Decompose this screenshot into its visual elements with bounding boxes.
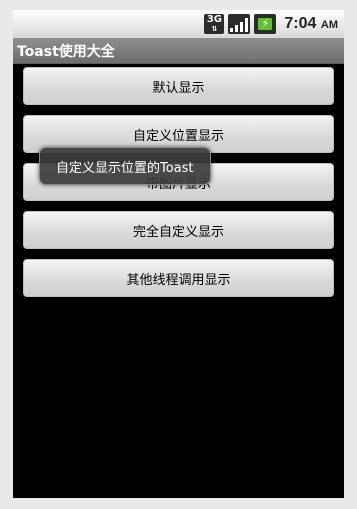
toast-message: 自定义显示位置的Toast	[39, 147, 211, 185]
network-3g-icon: 3G ⇅	[204, 14, 225, 34]
charging-bolt: ⚡	[261, 17, 270, 30]
signal-strength-icon	[228, 14, 251, 34]
status-icons: 3G ⇅ ⚡ 7:04 AM	[204, 14, 338, 34]
app-title: Toast使用大全	[17, 44, 115, 60]
clock-ampm: AM	[320, 19, 338, 31]
other-thread-toast-button[interactable]: 其他线程调用显示	[23, 259, 334, 297]
status-bar: 3G ⇅ ⚡ 7:04 AM	[13, 10, 344, 38]
phone-screen: 3G ⇅ ⚡ 7:04 AM Toast使用大全 默认显示 自定义位置显示 完全…	[13, 10, 344, 498]
data-activity-arrows: ⇅	[211, 25, 218, 33]
battery-charging-icon: ⚡	[254, 14, 277, 34]
network-type-label: 3G	[206, 14, 222, 25]
fully-custom-toast-button[interactable]: 完全自定义显示	[23, 211, 334, 249]
app-title-bar: Toast使用大全	[13, 38, 344, 64]
device-frame: 3G ⇅ ⚡ 7:04 AM Toast使用大全 默认显示 自定义位置显示 完全…	[0, 0, 357, 509]
status-clock: 7:04 AM	[284, 15, 338, 33]
clock-time: 7:04	[284, 15, 317, 32]
default-toast-button[interactable]: 默认显示	[23, 67, 334, 105]
